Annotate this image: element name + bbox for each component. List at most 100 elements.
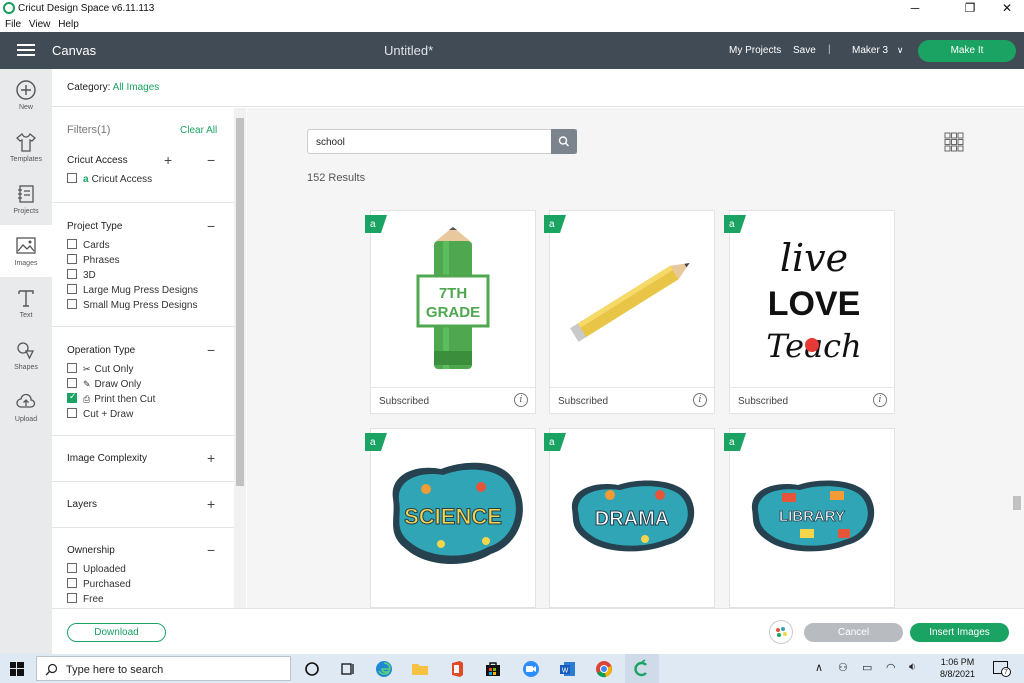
results-scrollbar[interactable] — [1011, 200, 1024, 608]
scrollbar-thumb[interactable] — [236, 118, 244, 486]
filters-scrollbar[interactable] — [234, 108, 246, 608]
hamburger-menu-icon[interactable] — [17, 44, 35, 56]
color-sync-icon[interactable] — [769, 620, 793, 644]
filter-option[interactable]: a Cricut Access — [67, 173, 152, 185]
checkbox[interactable] — [67, 284, 77, 294]
volume-icon[interactable]: 🔉︎ — [909, 661, 916, 674]
checkbox[interactable] — [67, 239, 77, 249]
image-card[interactable]: a SCIENCE — [365, 428, 536, 608]
download-button[interactable]: Download — [67, 623, 166, 642]
task-view-icon[interactable] — [338, 659, 358, 679]
info-icon[interactable]: i — [873, 393, 887, 407]
filter-option[interactable]: Phrases — [67, 254, 120, 266]
menu-view[interactable]: View — [29, 19, 51, 30]
menu-file[interactable]: File — [5, 19, 21, 30]
toolbar-new[interactable]: New — [0, 69, 52, 121]
clear-all-link[interactable]: Clear All — [180, 125, 217, 136]
windows-start-icon[interactable] — [10, 662, 24, 676]
filter-group-layers[interactable]: Layers + — [52, 482, 234, 528]
store-icon[interactable] — [483, 659, 503, 679]
save-link[interactable]: Save — [793, 45, 816, 56]
expand-plus-icon[interactable]: + — [207, 451, 215, 465]
checkbox[interactable] — [67, 269, 77, 279]
toolbar-text[interactable]: Text — [0, 277, 52, 329]
collapse-minus-icon[interactable]: − — [207, 219, 215, 233]
toolbar-shapes-label: Shapes — [14, 364, 38, 371]
toolbar-shapes[interactable]: Shapes — [0, 329, 52, 381]
filter-option[interactable]: ✎ Draw Only — [67, 378, 141, 390]
my-projects-link[interactable]: My Projects — [729, 45, 781, 56]
filter-option[interactable]: ⎙Print then Cut — [67, 392, 155, 405]
file-explorer-icon[interactable] — [410, 659, 430, 679]
filter-option[interactable]: Small Mug Press Designs — [67, 299, 197, 311]
toolbar-projects[interactable]: Projects — [0, 173, 52, 225]
meet-now-icon[interactable]: ⚇ — [838, 661, 848, 674]
search-input[interactable]: school ✕ — [307, 129, 577, 154]
battery-icon[interactable]: ▭ — [862, 661, 872, 674]
filter-option[interactable]: Uploaded — [67, 563, 126, 575]
taskbar-clock[interactable]: 1:06 PM 8/8/2021 — [940, 656, 975, 680]
minimize-button[interactable]: ─ — [900, 0, 930, 17]
checkbox[interactable] — [67, 173, 77, 183]
checkbox[interactable] — [67, 378, 77, 388]
menu-help[interactable]: Help — [58, 19, 79, 30]
card-art-text: SCIENCE — [404, 504, 502, 529]
info-icon[interactable]: i — [693, 393, 707, 407]
wifi-icon[interactable]: ◠ — [886, 661, 896, 674]
checkbox-checked[interactable] — [67, 392, 77, 403]
close-window-button[interactable]: ✕ — [992, 0, 1022, 17]
filter-option[interactable]: Free — [67, 593, 104, 605]
cancel-button[interactable]: Cancel — [804, 623, 903, 642]
image-card[interactable]: a LIBRARY — [724, 428, 895, 608]
tray-chevron-up-icon[interactable]: ∧ — [815, 661, 823, 674]
filter-option[interactable]: Cut + Draw — [67, 408, 133, 420]
checkbox[interactable] — [67, 408, 77, 418]
checkbox[interactable] — [67, 254, 77, 264]
machine-select[interactable]: Maker 3 ∨ — [852, 45, 904, 56]
checkbox[interactable] — [67, 578, 77, 588]
info-icon[interactable]: i — [514, 393, 528, 407]
cortana-icon[interactable] — [302, 659, 322, 679]
image-card[interactable]: a DRAMA — [544, 428, 715, 608]
restore-button[interactable]: ❐ — [955, 0, 985, 17]
category-value-link[interactable]: All Images — [113, 82, 160, 93]
expand-plus-icon[interactable]: + — [207, 497, 215, 511]
filter-option-label: Cut Only — [94, 364, 134, 375]
filter-option[interactable]: Large Mug Press Designs — [67, 284, 198, 296]
toolbar-templates[interactable]: Templates — [0, 121, 52, 173]
image-card[interactable]: a 7TH GRADE Subscribed i — [365, 210, 536, 414]
collapse-minus-icon[interactable]: − — [207, 343, 215, 357]
zoom-icon[interactable] — [521, 659, 541, 679]
checkbox[interactable] — [67, 363, 77, 373]
toolbar-text-label: Text — [19, 312, 33, 319]
taskbar-search-input[interactable]: Type here to search — [36, 656, 291, 681]
image-card[interactable]: a Subscribed i — [544, 210, 715, 414]
filter-group-image-complexity[interactable]: Image Complexity + — [52, 436, 234, 482]
toolbar-images[interactable]: Images — [0, 225, 52, 277]
insert-images-button[interactable]: Insert Images — [910, 623, 1009, 642]
office-icon[interactable] — [447, 659, 467, 679]
drama-art: DRAMA — [571, 480, 695, 552]
image-card[interactable]: a live LOVE Teach Subscribed i — [724, 210, 895, 414]
cricut-taskbar-button[interactable] — [625, 654, 659, 683]
filter-option[interactable]: Purchased — [67, 578, 131, 590]
notifications-icon[interactable]: 7 — [993, 661, 1011, 677]
checkbox[interactable] — [67, 593, 77, 603]
grid-view-icon[interactable] — [944, 132, 964, 152]
checkbox[interactable] — [67, 563, 77, 573]
chrome-icon[interactable] — [594, 659, 614, 679]
word-icon[interactable]: W — [558, 659, 578, 679]
edge-icon[interactable] — [374, 659, 394, 679]
scrollbar-thumb[interactable] — [1013, 496, 1021, 510]
make-it-button[interactable]: Make It — [918, 40, 1016, 62]
collapse-minus-icon[interactable]: − — [207, 543, 215, 557]
toolbar-upload[interactable]: Upload — [0, 381, 52, 433]
collapse-minus-icon[interactable]: − — [207, 153, 215, 167]
filter-option[interactable]: 3D — [67, 269, 96, 281]
search-button[interactable] — [551, 129, 577, 154]
checkbox[interactable] — [67, 299, 77, 309]
expand-plus-icon[interactable]: + — [164, 153, 172, 167]
filter-option[interactable]: ✂ Cut Only — [67, 363, 133, 375]
filter-option[interactable]: Cards — [67, 239, 110, 251]
apple-icon — [805, 338, 819, 352]
